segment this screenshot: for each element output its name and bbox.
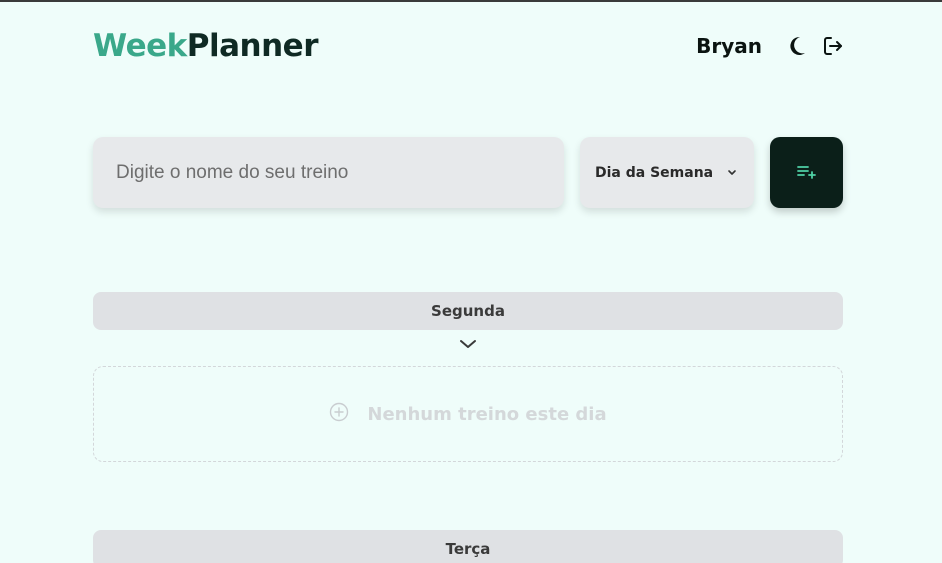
day-section-terca: Terça [93, 530, 843, 563]
day-header-terca[interactable]: Terça [93, 530, 843, 563]
empty-day-text: Nenhum treino este dia [367, 403, 607, 425]
chevron-down-icon[interactable] [453, 334, 483, 354]
playlist-add-icon [796, 163, 818, 183]
empty-day-placeholder[interactable]: Nenhum treino este dia [93, 366, 843, 462]
logout-icon[interactable] [822, 35, 844, 57]
user-name: Bryan [696, 34, 762, 58]
moon-icon[interactable] [786, 35, 808, 57]
workout-name-input[interactable] [93, 137, 564, 208]
chevron-down-icon [727, 169, 737, 177]
logo-planner: Planner [186, 28, 319, 64]
logo-week: Week [93, 28, 187, 64]
day-header-segunda[interactable]: Segunda [93, 292, 843, 330]
day-section-segunda: Segunda Nenhum treino este dia [93, 292, 843, 462]
day-select-label: Dia da Semana [595, 164, 714, 181]
add-workout-button[interactable] [770, 137, 843, 208]
user-area: Bryan [696, 34, 844, 58]
workout-form: Dia da Semana [93, 137, 843, 208]
plus-circle-icon [329, 402, 349, 426]
day-of-week-select[interactable]: Dia da Semana [580, 137, 754, 208]
app-logo: WeekPlanner [93, 28, 318, 64]
